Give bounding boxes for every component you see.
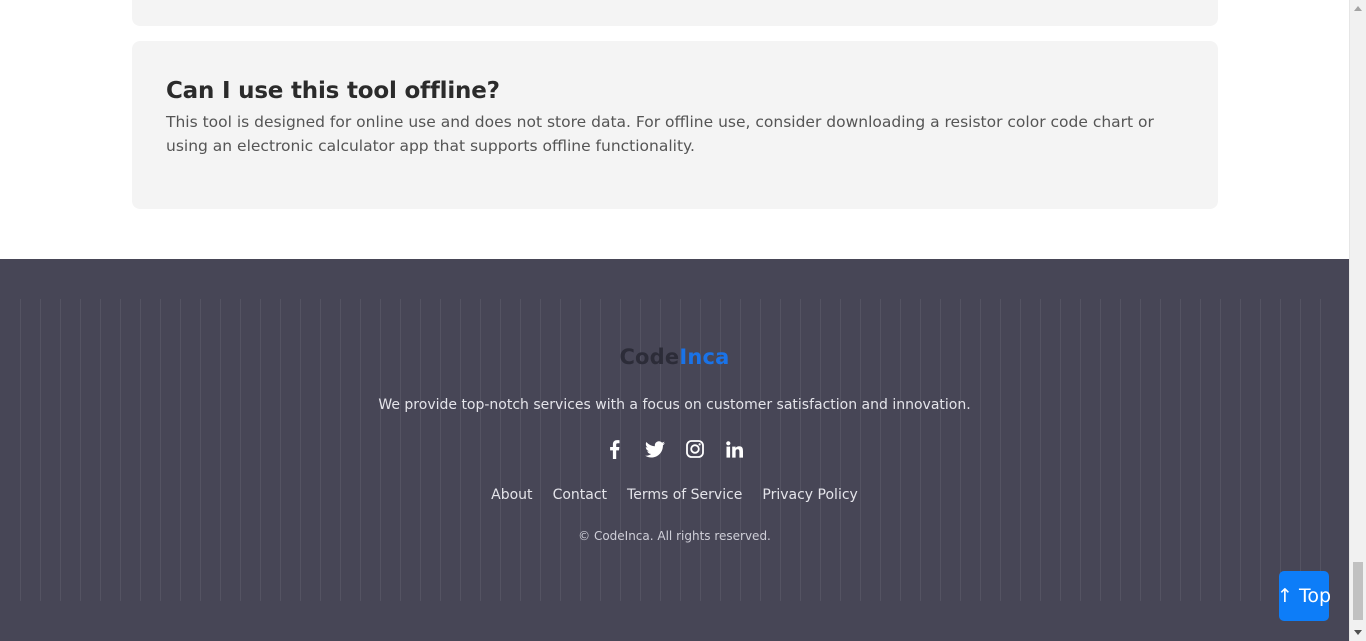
faq-question: Can I use this tool offline? [166, 78, 500, 104]
footer-link-about[interactable]: About [491, 487, 532, 503]
instagram-link[interactable] [685, 437, 705, 461]
faq-card-previous [132, 0, 1218, 26]
linkedin-link[interactable] [725, 437, 745, 461]
instagram-icon [685, 440, 704, 458]
faq-card: Can I use this tool offline? This tool i… [132, 41, 1218, 209]
linkedin-icon [726, 440, 743, 458]
facebook-icon [610, 439, 620, 459]
scroll-down-arrow-icon[interactable] [1354, 630, 1362, 635]
back-to-top-button[interactable]: ↑ Top [1277, 571, 1331, 621]
scroll-up-arrow-icon[interactable] [1354, 6, 1362, 11]
footer-link-terms[interactable]: Terms of Service [627, 487, 742, 503]
page: Can I use this tool offline? This tool i… [0, 0, 1349, 641]
footer-tagline: We provide top-notch services with a foc… [378, 397, 971, 413]
vertical-scrollbar[interactable] [1349, 0, 1366, 641]
footer-link-privacy[interactable]: Privacy Policy [762, 487, 857, 503]
footer-link-contact[interactable]: Contact [553, 487, 607, 503]
footer-nav: About Contact Terms of Service Privacy P… [0, 487, 1349, 503]
social-links [0, 437, 1349, 461]
twitter-link[interactable] [644, 437, 665, 461]
faq-answer: This tool is designed for online use and… [166, 113, 1154, 155]
twitter-icon [644, 440, 665, 457]
scrollbar-thumb[interactable] [1353, 562, 1363, 620]
logo-part-inca: Inca [679, 345, 730, 369]
logo-part-code: Code [619, 345, 680, 369]
facebook-link[interactable] [605, 437, 625, 461]
site-footer: CodeInca We provide top-notch services w… [0, 259, 1349, 641]
copyright-text: © CodeInca. All rights reserved. [578, 529, 771, 543]
footer-logo[interactable]: CodeInca [0, 345, 1349, 369]
